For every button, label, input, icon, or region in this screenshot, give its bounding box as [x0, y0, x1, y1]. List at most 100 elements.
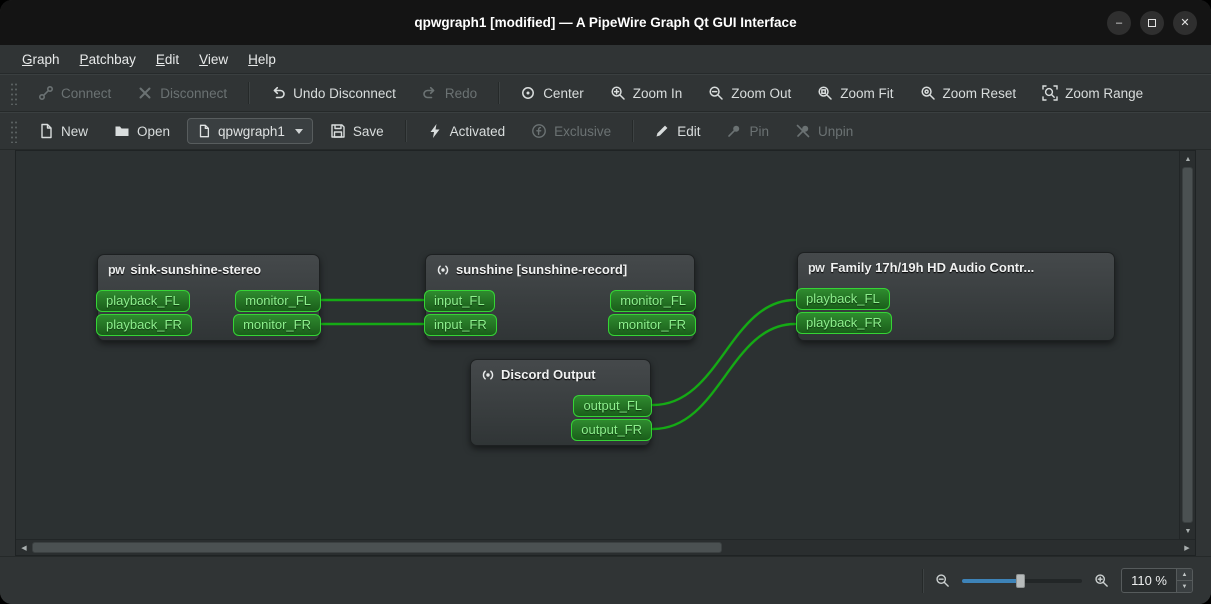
- toolbar-grip[interactable]: [10, 81, 17, 105]
- node-title-text: sunshine [sunshine-record]: [456, 262, 628, 277]
- undo-disconnect-button[interactable]: Undo Disconnect: [261, 80, 405, 106]
- port-input[interactable]: playback_FR: [796, 312, 892, 334]
- save-label: Save: [352, 123, 384, 139]
- node-discord-output[interactable]: Discord Output output_FL output_FR: [470, 359, 652, 446]
- maximize-button[interactable]: [1140, 10, 1164, 35]
- pin-label: Pin: [749, 123, 769, 139]
- port-input[interactable]: playback_FR: [96, 314, 192, 336]
- vertical-scroll-thumb[interactable]: [1182, 167, 1193, 523]
- menu-graph[interactable]: Graph: [12, 48, 70, 71]
- activated-button[interactable]: Activated: [418, 118, 515, 144]
- port-output[interactable]: output_FL: [573, 395, 652, 417]
- port-output[interactable]: monitor_FR: [608, 314, 696, 336]
- port-input[interactable]: playback_FL: [796, 288, 890, 310]
- node-title: pw sink-sunshine-stereo: [98, 255, 319, 277]
- menu-patchbay[interactable]: Patchbay: [70, 48, 146, 71]
- zoom-range-icon: [1042, 85, 1058, 101]
- menu-help[interactable]: Help: [238, 48, 286, 71]
- node-sunshine-record[interactable]: sunshine [sunshine-record] input_FL inpu…: [424, 254, 696, 341]
- zoom-reset-button[interactable]: Zoom Reset: [911, 80, 1026, 106]
- zoom-fit-button[interactable]: Zoom Fit: [808, 80, 902, 106]
- center-button[interactable]: Center: [511, 80, 593, 106]
- activated-label: Activated: [449, 123, 506, 139]
- horizontal-scroll-thumb[interactable]: [32, 542, 722, 553]
- horizontal-scrollbar[interactable]: ◀ ▶: [16, 539, 1195, 555]
- exclusive-icon: [531, 123, 547, 139]
- unpin-button[interactable]: Unpin: [786, 118, 862, 144]
- exclusive-button[interactable]: Exclusive: [522, 118, 620, 144]
- redo-button[interactable]: Redo: [413, 80, 486, 106]
- graph-canvas[interactable]: pw sink-sunshine-stereo playback_FL play…: [16, 151, 1179, 539]
- port-output[interactable]: monitor_FL: [235, 290, 321, 312]
- zoom-fit-icon: [817, 85, 833, 101]
- node-title-text: Discord Output: [501, 367, 596, 382]
- port-input[interactable]: playback_FL: [96, 290, 190, 312]
- pin-button[interactable]: Pin: [717, 118, 778, 144]
- zoom-out-button[interactable]: Zoom Out: [699, 80, 800, 106]
- scroll-down-arrow[interactable]: ▼: [1180, 523, 1196, 539]
- unpin-label: Unpin: [817, 123, 854, 139]
- disconnect-label: Disconnect: [160, 85, 228, 101]
- connect-button[interactable]: Connect: [29, 80, 120, 106]
- save-icon: [330, 123, 346, 139]
- window-controls: – ✕: [1107, 10, 1197, 35]
- spin-down-button[interactable]: ▼: [1177, 580, 1192, 592]
- vertical-scrollbar[interactable]: ▲ ▼: [1179, 151, 1195, 539]
- port-output[interactable]: output_FR: [571, 419, 652, 441]
- stream-icon: [436, 263, 450, 277]
- disconnect-icon: [137, 85, 153, 101]
- port-output[interactable]: monitor_FR: [233, 314, 321, 336]
- titlebar[interactable]: qpwgraph1 [modified] — A PipeWire Graph …: [0, 0, 1211, 45]
- chevron-down-icon: [294, 128, 303, 134]
- new-button[interactable]: New: [29, 118, 97, 144]
- statusbar: 110 % ▲ ▼: [0, 556, 1211, 604]
- node-title: sunshine [sunshine-record]: [426, 255, 694, 277]
- port-output[interactable]: monitor_FL: [610, 290, 696, 312]
- zoom-percent-spinbox[interactable]: 110 % ▲ ▼: [1121, 568, 1193, 593]
- zoom-slider[interactable]: [962, 573, 1083, 589]
- connect-label: Connect: [61, 85, 112, 101]
- port-input[interactable]: input_FL: [424, 290, 495, 312]
- zoom-reset-label: Zoom Reset: [942, 85, 1017, 101]
- zoom-slider-handle[interactable]: [1015, 573, 1025, 588]
- scroll-right-arrow[interactable]: ▶: [1179, 540, 1195, 556]
- exclusive-label: Exclusive: [554, 123, 612, 139]
- scroll-up-arrow[interactable]: ▲: [1180, 151, 1196, 167]
- toolbar-grip[interactable]: [10, 119, 17, 143]
- toolbar-separator: [632, 120, 634, 142]
- spin-up-button[interactable]: ▲: [1177, 569, 1192, 580]
- app-window: qpwgraph1 [modified] — A PipeWire Graph …: [0, 0, 1211, 604]
- zoom-in-label: Zoom In: [632, 85, 683, 101]
- statusbar-separator: [922, 568, 924, 593]
- port-input[interactable]: input_FR: [424, 314, 497, 336]
- graph-toolbar: Connect Disconnect Undo Disconnect Redo: [0, 74, 1211, 112]
- undo-icon: [270, 85, 286, 101]
- node-sink-sunshine-stereo[interactable]: pw sink-sunshine-stereo playback_FL play…: [96, 254, 321, 341]
- close-icon: ✕: [1180, 17, 1190, 29]
- patchbay-file-icon: [197, 124, 211, 138]
- close-button[interactable]: ✕: [1173, 10, 1197, 35]
- maximize-icon: [1148, 18, 1156, 27]
- menu-view[interactable]: View: [189, 48, 238, 71]
- zoom-in-button[interactable]: Zoom In: [601, 80, 692, 106]
- edit-pencil-icon: [654, 123, 670, 139]
- patchbay-selector[interactable]: qpwgraph1: [187, 118, 313, 144]
- open-folder-icon: [114, 123, 130, 139]
- node-title-text: Family 17h/19h HD Audio Contr...: [830, 260, 1035, 275]
- save-button[interactable]: Save: [321, 118, 393, 144]
- open-button[interactable]: Open: [105, 118, 179, 144]
- minimize-button[interactable]: –: [1107, 10, 1131, 35]
- patchbay-selector-value: qpwgraph1: [218, 123, 285, 139]
- edit-button[interactable]: Edit: [645, 118, 709, 144]
- node-family-hd-audio[interactable]: pw Family 17h/19h HD Audio Contr... play…: [796, 252, 1115, 341]
- zoom-in-small-icon: [1094, 573, 1109, 588]
- scroll-left-arrow[interactable]: ◀: [16, 540, 32, 556]
- connections-layer: [320, 298, 797, 431]
- menu-edit[interactable]: Edit: [146, 48, 189, 71]
- window-title: qpwgraph1 [modified] — A PipeWire Graph …: [414, 15, 797, 30]
- zoom-percent-value: 110 %: [1131, 573, 1167, 588]
- new-label: New: [61, 123, 89, 139]
- zoom-range-button[interactable]: Zoom Range: [1033, 80, 1152, 106]
- graph-canvas-frame: pw sink-sunshine-stereo playback_FL play…: [15, 150, 1196, 556]
- disconnect-button[interactable]: Disconnect: [128, 80, 236, 106]
